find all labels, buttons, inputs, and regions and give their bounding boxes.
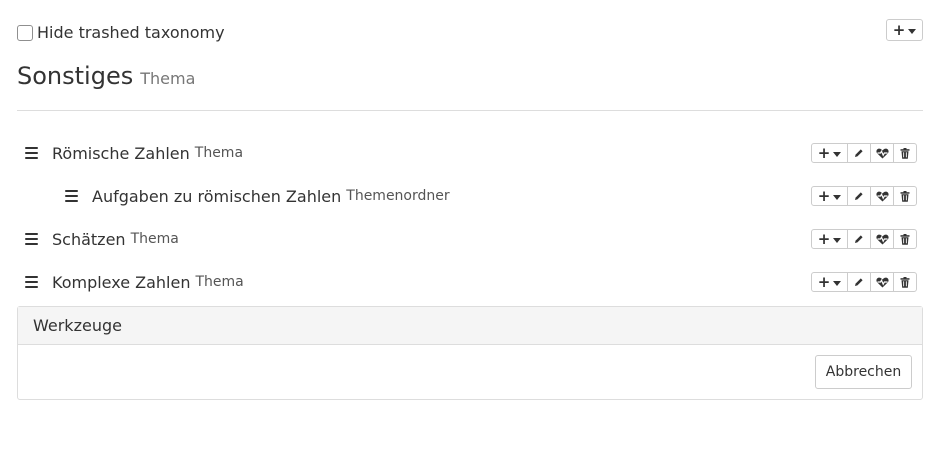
pencil-icon bbox=[854, 148, 864, 158]
caret-down-icon bbox=[833, 194, 842, 200]
caret-down-icon bbox=[833, 280, 842, 286]
tree-row: Schätzen Thema bbox=[25, 227, 179, 251]
caret-down-icon bbox=[908, 28, 917, 34]
plus-icon: + bbox=[817, 143, 831, 162]
heading-divider bbox=[17, 110, 923, 111]
tree-item-title[interactable]: Aufgaben zu römischen Zahlen bbox=[92, 187, 341, 206]
plus-icon: + bbox=[892, 20, 906, 39]
add-child-dropdown-button[interactable]: + bbox=[811, 143, 848, 163]
caret-down-icon bbox=[833, 237, 842, 243]
tree-item-type: Themenordner bbox=[346, 188, 450, 204]
organize-button[interactable] bbox=[870, 143, 894, 163]
tree-row: Aufgaben zu römischen Zahlen Themenordner bbox=[65, 184, 450, 208]
hide-trashed-label[interactable]: Hide trashed taxonomy bbox=[37, 23, 225, 42]
trash-button[interactable] bbox=[893, 186, 917, 206]
organize-button[interactable] bbox=[870, 229, 894, 249]
hide-trashed-control[interactable]: Hide trashed taxonomy bbox=[17, 23, 225, 42]
drag-handle-icon[interactable] bbox=[25, 233, 38, 245]
tree-item-type: Thema bbox=[130, 231, 179, 247]
tree-item-title[interactable]: Komplexe Zahlen bbox=[52, 273, 190, 292]
trash-icon bbox=[900, 233, 910, 245]
trash-button[interactable] bbox=[893, 272, 917, 292]
plus-icon: + bbox=[817, 272, 831, 291]
page-title: Sonstiges bbox=[17, 62, 134, 90]
pencil-icon bbox=[854, 277, 864, 287]
tree-item-type: Thema bbox=[195, 274, 244, 290]
add-taxonomy-dropdown-button[interactable]: + bbox=[886, 19, 923, 41]
page-title-type: Thema bbox=[140, 69, 196, 88]
heart-pulse-icon bbox=[875, 148, 889, 159]
organize-button[interactable] bbox=[870, 186, 894, 206]
tree-item-title[interactable]: Schätzen bbox=[52, 230, 126, 249]
edit-button[interactable] bbox=[847, 143, 871, 163]
trash-button[interactable] bbox=[893, 229, 917, 249]
tree-row-actions: + bbox=[811, 229, 917, 249]
edit-button[interactable] bbox=[847, 229, 871, 249]
tree-row-actions: + bbox=[811, 272, 917, 292]
edit-button[interactable] bbox=[847, 272, 871, 292]
tree-row: Römische Zahlen Thema bbox=[25, 141, 243, 165]
tree-row-actions: + bbox=[811, 143, 917, 163]
tree-item-type: Thema bbox=[194, 145, 244, 161]
plus-icon: + bbox=[817, 229, 831, 248]
add-child-dropdown-button[interactable]: + bbox=[811, 186, 848, 206]
heart-pulse-icon bbox=[875, 277, 889, 288]
trash-icon bbox=[900, 276, 910, 288]
pencil-icon bbox=[854, 191, 864, 201]
pencil-icon bbox=[854, 234, 864, 244]
add-child-dropdown-button[interactable]: + bbox=[811, 229, 848, 249]
heart-pulse-icon bbox=[875, 191, 889, 202]
trash-icon bbox=[900, 147, 910, 159]
tree-item-title[interactable]: Römische Zahlen bbox=[52, 144, 190, 163]
plus-icon: + bbox=[817, 186, 831, 205]
caret-down-icon bbox=[833, 151, 842, 157]
hide-trashed-checkbox[interactable] bbox=[17, 24, 33, 41]
cancel-button[interactable]: Abbrechen bbox=[815, 355, 912, 389]
page-heading: Sonstiges Thema bbox=[17, 62, 195, 90]
trash-button[interactable] bbox=[893, 143, 917, 163]
tools-panel-heading: Werkzeuge bbox=[18, 307, 922, 345]
tree-row: Komplexe Zahlen Thema bbox=[25, 270, 244, 294]
drag-handle-icon[interactable] bbox=[25, 276, 38, 288]
drag-handle-icon[interactable] bbox=[65, 190, 78, 202]
edit-button[interactable] bbox=[847, 186, 871, 206]
tools-panel: Werkzeuge Abbrechen bbox=[17, 306, 923, 400]
organize-button[interactable] bbox=[870, 272, 894, 292]
tree-row-actions: + bbox=[811, 186, 917, 206]
heart-pulse-icon bbox=[875, 234, 889, 245]
add-child-dropdown-button[interactable]: + bbox=[811, 272, 848, 292]
trash-icon bbox=[900, 190, 910, 202]
drag-handle-icon[interactable] bbox=[25, 147, 38, 159]
